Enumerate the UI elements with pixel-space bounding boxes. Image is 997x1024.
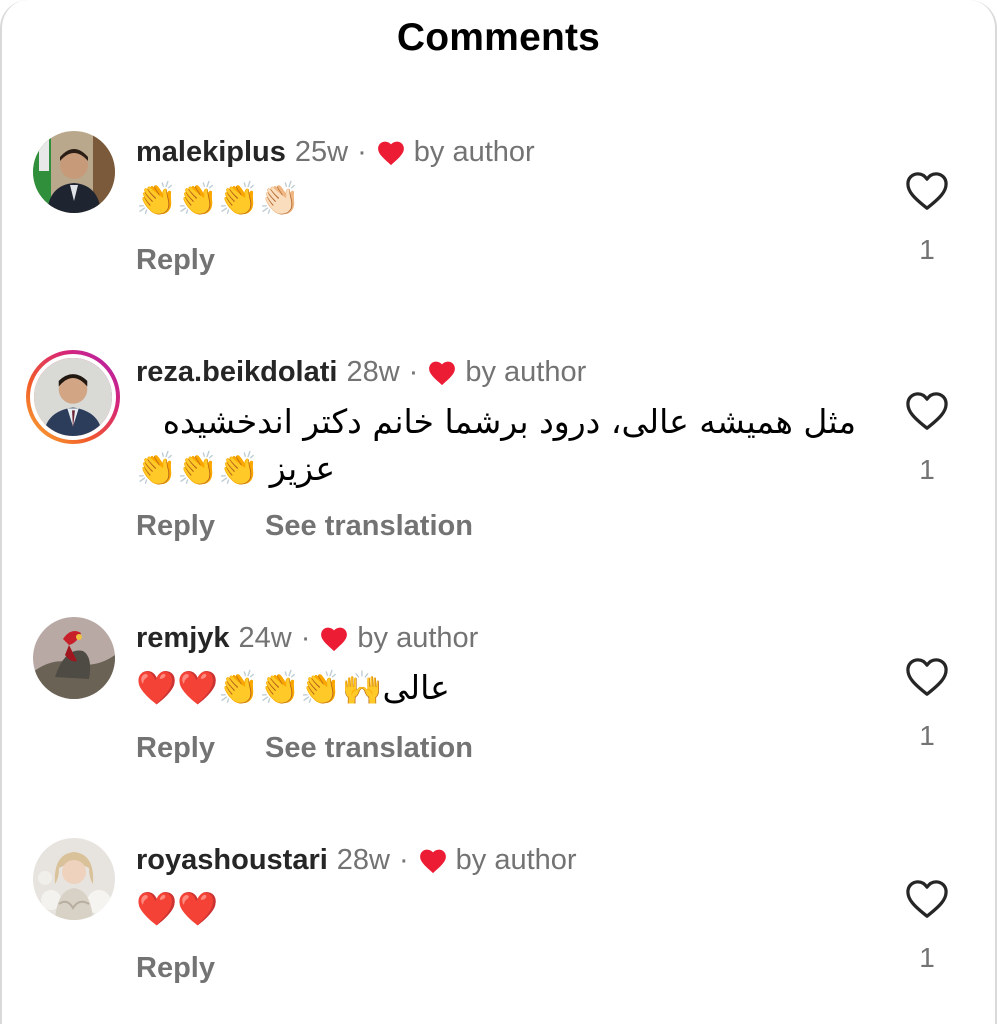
comment-actions: Reply <box>136 952 215 985</box>
like-area: 1 <box>897 170 957 266</box>
comment-meta: remjyk 24w · by author <box>136 621 478 655</box>
liked-by-author-label: by author <box>455 844 577 876</box>
username[interactable]: malekiplus <box>136 135 286 169</box>
avatar-image <box>33 838 115 920</box>
comment-text-line-1: مثل همیشه عالی، درود برشما خانم دکتر اند… <box>162 402 856 441</box>
heart-outline-icon[interactable] <box>904 656 950 698</box>
comment-text: 👏👏👏👏🏻 <box>136 179 301 218</box>
avatar-image <box>33 617 115 699</box>
username[interactable]: remjyk <box>136 621 230 655</box>
see-translation-button[interactable]: See translation <box>265 510 473 543</box>
comment-text-line-2: عزیز 👏👏👏 <box>136 449 336 488</box>
avatar[interactable] <box>33 838 115 920</box>
separator: · <box>300 622 311 654</box>
reply-button[interactable]: Reply <box>136 244 215 277</box>
avatar-image <box>34 358 112 436</box>
like-count: 1 <box>919 720 935 751</box>
avatar[interactable] <box>33 131 115 213</box>
like-area: 1 <box>897 656 957 752</box>
like-area: 1 <box>897 878 957 974</box>
comment-actions: Reply <box>136 244 215 277</box>
red-heart-icon <box>427 359 457 386</box>
reply-button[interactable]: Reply <box>136 732 215 765</box>
timestamp: 28w <box>346 356 400 388</box>
heart-outline-icon[interactable] <box>904 390 950 432</box>
comment-meta: reza.beikdolati 28w · by author <box>136 355 586 389</box>
username[interactable]: royashoustari <box>136 843 328 877</box>
heart-outline-icon[interactable] <box>904 170 950 212</box>
heart-outline-icon[interactable] <box>904 878 950 920</box>
sheet-title: Comments <box>396 16 601 59</box>
see-translation-button[interactable]: See translation <box>265 732 473 765</box>
avatar-with-story-ring[interactable] <box>26 350 120 444</box>
comment-meta: royashoustari 28w · by author <box>136 843 577 877</box>
liked-by-author-label: by author <box>465 356 587 388</box>
like-area: 1 <box>897 390 957 486</box>
liked-by-author-label: by author <box>357 622 479 654</box>
red-heart-icon <box>319 625 349 652</box>
timestamp: 24w <box>238 622 292 654</box>
comments-sheet: Comments malekiplus 25w · by author 👏👏👏👏… <box>0 0 997 1024</box>
comment-text: ❤️❤️ <box>136 889 219 928</box>
red-heart-icon <box>376 139 406 166</box>
avatar[interactable] <box>33 617 115 699</box>
timestamp: 28w <box>336 844 390 876</box>
username[interactable]: reza.beikdolati <box>136 355 337 389</box>
liked-by-author-label: by author <box>413 136 535 168</box>
reply-button[interactable]: Reply <box>136 510 215 543</box>
like-count: 1 <box>919 454 935 485</box>
comment-actions: Reply See translation <box>136 732 473 765</box>
reply-button[interactable]: Reply <box>136 952 215 985</box>
separator: · <box>357 136 367 168</box>
timestamp: 25w <box>294 136 349 168</box>
separator: · <box>408 356 419 388</box>
comment-meta: malekiplus 25w · by author <box>136 135 535 169</box>
separator: · <box>399 844 409 876</box>
avatar-image <box>33 131 115 213</box>
red-heart-icon <box>418 847 448 874</box>
comment-actions: Reply See translation <box>136 510 473 543</box>
like-count: 1 <box>919 942 935 973</box>
like-count: 1 <box>919 234 935 265</box>
comment-text: عالی🙌👏👏👏❤️❤️ <box>136 668 450 707</box>
